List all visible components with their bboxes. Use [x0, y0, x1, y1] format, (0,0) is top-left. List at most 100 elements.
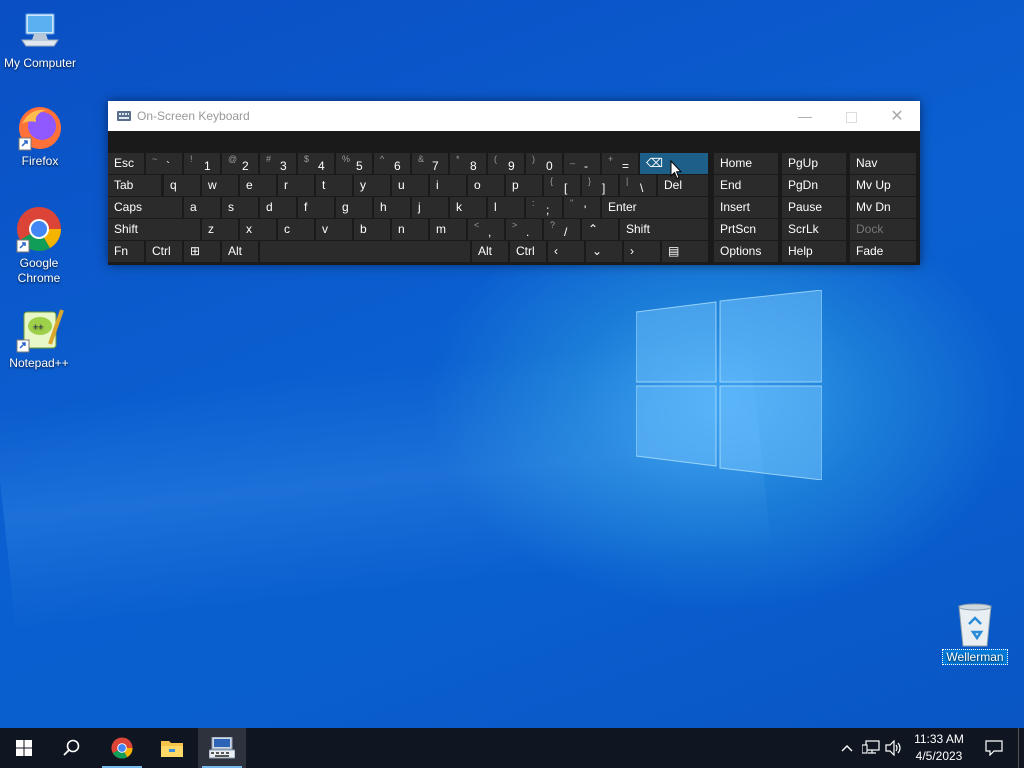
- key-h[interactable]: h: [374, 197, 410, 218]
- key-f[interactable]: f: [298, 197, 334, 218]
- key-n[interactable]: n: [392, 219, 428, 240]
- desktop-icon-google-chrome[interactable]: Google Chrome: [0, 204, 79, 286]
- key-d[interactable]: d: [260, 197, 296, 218]
- key-fade[interactable]: Fade: [850, 241, 916, 262]
- key-dock[interactable]: Dock: [850, 219, 916, 240]
- key-sym[interactable]: <,: [468, 219, 504, 240]
- key-r[interactable]: r: [278, 175, 314, 196]
- key-prtscn[interactable]: PrtScn: [714, 219, 778, 240]
- key-scrlk[interactable]: ScrLk: [782, 219, 846, 240]
- desktop-icon-firefox[interactable]: Firefox: [0, 104, 80, 169]
- key-space[interactable]: [260, 241, 470, 262]
- key-i[interactable]: i: [430, 175, 466, 196]
- key-v[interactable]: v: [316, 219, 352, 240]
- desktop-icon-recycle-bin[interactable]: Wellerman: [935, 602, 1015, 665]
- key-s[interactable]: s: [222, 197, 258, 218]
- key-mv-up[interactable]: Mv Up: [850, 175, 916, 196]
- key-shift[interactable]: Shift: [108, 219, 200, 240]
- key-6[interactable]: ^ 6: [374, 153, 410, 174]
- key-2[interactable]: @2: [222, 153, 258, 174]
- key-sym[interactable]: ▤: [662, 241, 708, 262]
- key-p[interactable]: p: [506, 175, 542, 196]
- key-esc[interactable]: Esc: [108, 153, 144, 174]
- key-e[interactable]: e: [240, 175, 276, 196]
- key-pgup[interactable]: PgUp: [782, 153, 846, 174]
- key-fn[interactable]: Fn: [108, 241, 144, 262]
- network-button[interactable]: [860, 728, 882, 768]
- key-mv-dn[interactable]: Mv Dn: [850, 197, 916, 218]
- key-o[interactable]: o: [468, 175, 504, 196]
- key-pause[interactable]: Pause: [782, 197, 846, 218]
- taskbar-file-explorer[interactable]: [148, 728, 196, 768]
- key-w[interactable]: w: [202, 175, 238, 196]
- key-sym[interactable]: _ -: [564, 153, 600, 174]
- key-sym[interactable]: ⊞: [184, 241, 220, 262]
- key-end[interactable]: End: [714, 175, 778, 196]
- show-hidden-icons-button[interactable]: [838, 728, 856, 768]
- key-k[interactable]: k: [450, 197, 486, 218]
- key-a[interactable]: a: [184, 197, 220, 218]
- key-sym[interactable]: >.: [506, 219, 542, 240]
- key-sym[interactable]: | \: [620, 175, 656, 196]
- key-5[interactable]: % 5: [336, 153, 372, 174]
- key-ctrl[interactable]: Ctrl: [510, 241, 546, 262]
- maximize-button[interactable]: [828, 101, 874, 131]
- key-j[interactable]: j: [412, 197, 448, 218]
- key-shift[interactable]: Shift: [620, 219, 708, 240]
- key-options[interactable]: Options: [714, 241, 778, 262]
- key-g[interactable]: g: [336, 197, 372, 218]
- key-3[interactable]: #3: [260, 153, 296, 174]
- minimize-button[interactable]: —: [782, 101, 828, 131]
- key-sym[interactable]: " ': [564, 197, 600, 218]
- key-u[interactable]: u: [392, 175, 428, 196]
- key-ctrl[interactable]: Ctrl: [146, 241, 182, 262]
- key-home[interactable]: Home: [714, 153, 778, 174]
- taskbar-chrome[interactable]: [98, 728, 146, 768]
- key-sym[interactable]: :;: [526, 197, 562, 218]
- key-sym[interactable]: + =: [602, 153, 638, 174]
- key-tab[interactable]: Tab: [108, 175, 161, 196]
- key-sym[interactable]: ? /: [544, 219, 580, 240]
- key-1[interactable]: ! 1: [184, 153, 220, 174]
- key-sym[interactable]: ⌄: [586, 241, 622, 262]
- key-insert[interactable]: Insert: [714, 197, 778, 218]
- volume-button[interactable]: [884, 728, 904, 768]
- key-alt[interactable]: Alt: [472, 241, 508, 262]
- clock[interactable]: 11:33 AM 4/5/2023: [906, 731, 972, 765]
- key-sym[interactable]: ~ `: [146, 153, 182, 174]
- key-9[interactable]: (9: [488, 153, 524, 174]
- key-help[interactable]: Help: [782, 241, 846, 262]
- key-sym[interactable]: {[: [544, 175, 580, 196]
- start-button[interactable]: [0, 728, 48, 768]
- key-7[interactable]: & 7: [412, 153, 448, 174]
- desktop-icon-notepad-plus-plus[interactable]: ++ Notepad++: [0, 304, 79, 371]
- key-l[interactable]: l: [488, 197, 524, 218]
- search-button[interactable]: [48, 728, 96, 768]
- key-4[interactable]: $4: [298, 153, 334, 174]
- key-sym[interactable]: ›: [624, 241, 660, 262]
- key-8[interactable]: * 8: [450, 153, 486, 174]
- close-button[interactable]: ✕: [874, 101, 920, 131]
- key-y[interactable]: y: [354, 175, 390, 196]
- key-x[interactable]: x: [240, 219, 276, 240]
- key-m[interactable]: m: [430, 219, 466, 240]
- recycle-bin-label[interactable]: Wellerman: [942, 649, 1008, 665]
- key-alt[interactable]: Alt: [222, 241, 258, 262]
- key-pgdn[interactable]: PgDn: [782, 175, 846, 196]
- desktop-icon-my-computer[interactable]: My Computer: [0, 10, 80, 71]
- taskbar-on-screen-keyboard[interactable]: [198, 728, 246, 768]
- key-enter[interactable]: Enter: [602, 197, 708, 218]
- key-b[interactable]: b: [354, 219, 390, 240]
- key-z[interactable]: z: [202, 219, 238, 240]
- key-sym[interactable]: ‹: [548, 241, 584, 262]
- key-q[interactable]: q: [164, 175, 200, 196]
- key-caps[interactable]: Caps: [108, 197, 182, 218]
- key-nav[interactable]: Nav: [850, 153, 916, 174]
- key-sym[interactable]: }]: [582, 175, 618, 196]
- window-titlebar[interactable]: On-Screen Keyboard — ✕: [108, 101, 920, 131]
- key-0[interactable]: ) 0: [526, 153, 562, 174]
- key-t[interactable]: t: [316, 175, 352, 196]
- key-del[interactable]: Del: [658, 175, 708, 196]
- key-sym[interactable]: ⌃: [582, 219, 618, 240]
- action-center-button[interactable]: [974, 728, 1014, 768]
